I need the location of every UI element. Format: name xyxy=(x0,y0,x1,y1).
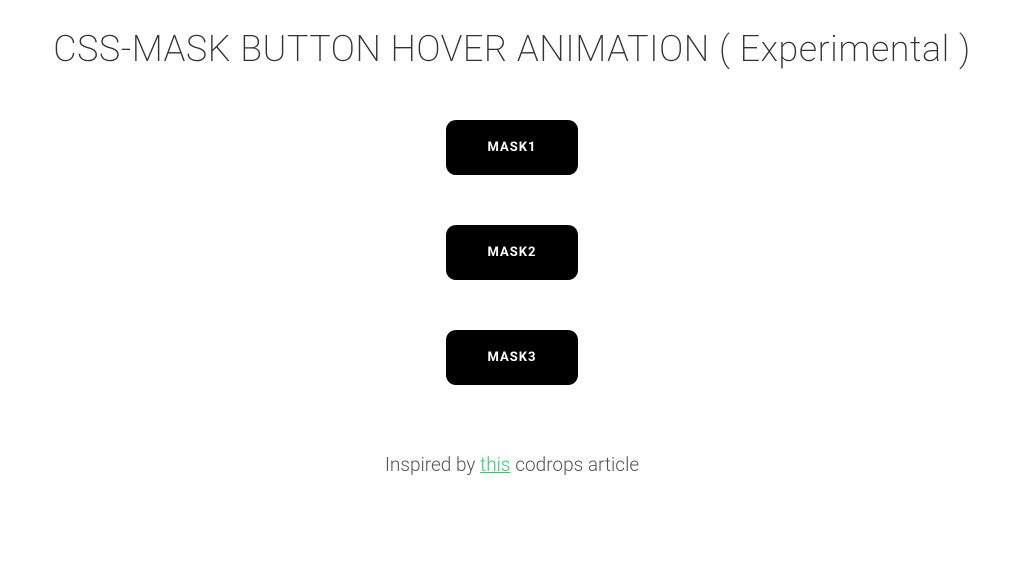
page-title: CSS-MASK BUTTON HOVER ANIMATION ( Experi… xyxy=(53,28,971,70)
mask1-button[interactable]: MASK1 xyxy=(446,120,579,175)
mask3-button[interactable]: MASK3 xyxy=(446,330,579,385)
mask2-button[interactable]: MASK2 xyxy=(446,225,579,280)
footer-prefix: Inspired by xyxy=(385,453,480,476)
footer-suffix: codrops article xyxy=(511,453,640,476)
button-container: MASK1 MASK2 MASK3 xyxy=(446,120,579,385)
footer-text: Inspired by this codrops article xyxy=(385,453,639,476)
codrops-link[interactable]: this xyxy=(480,453,510,476)
